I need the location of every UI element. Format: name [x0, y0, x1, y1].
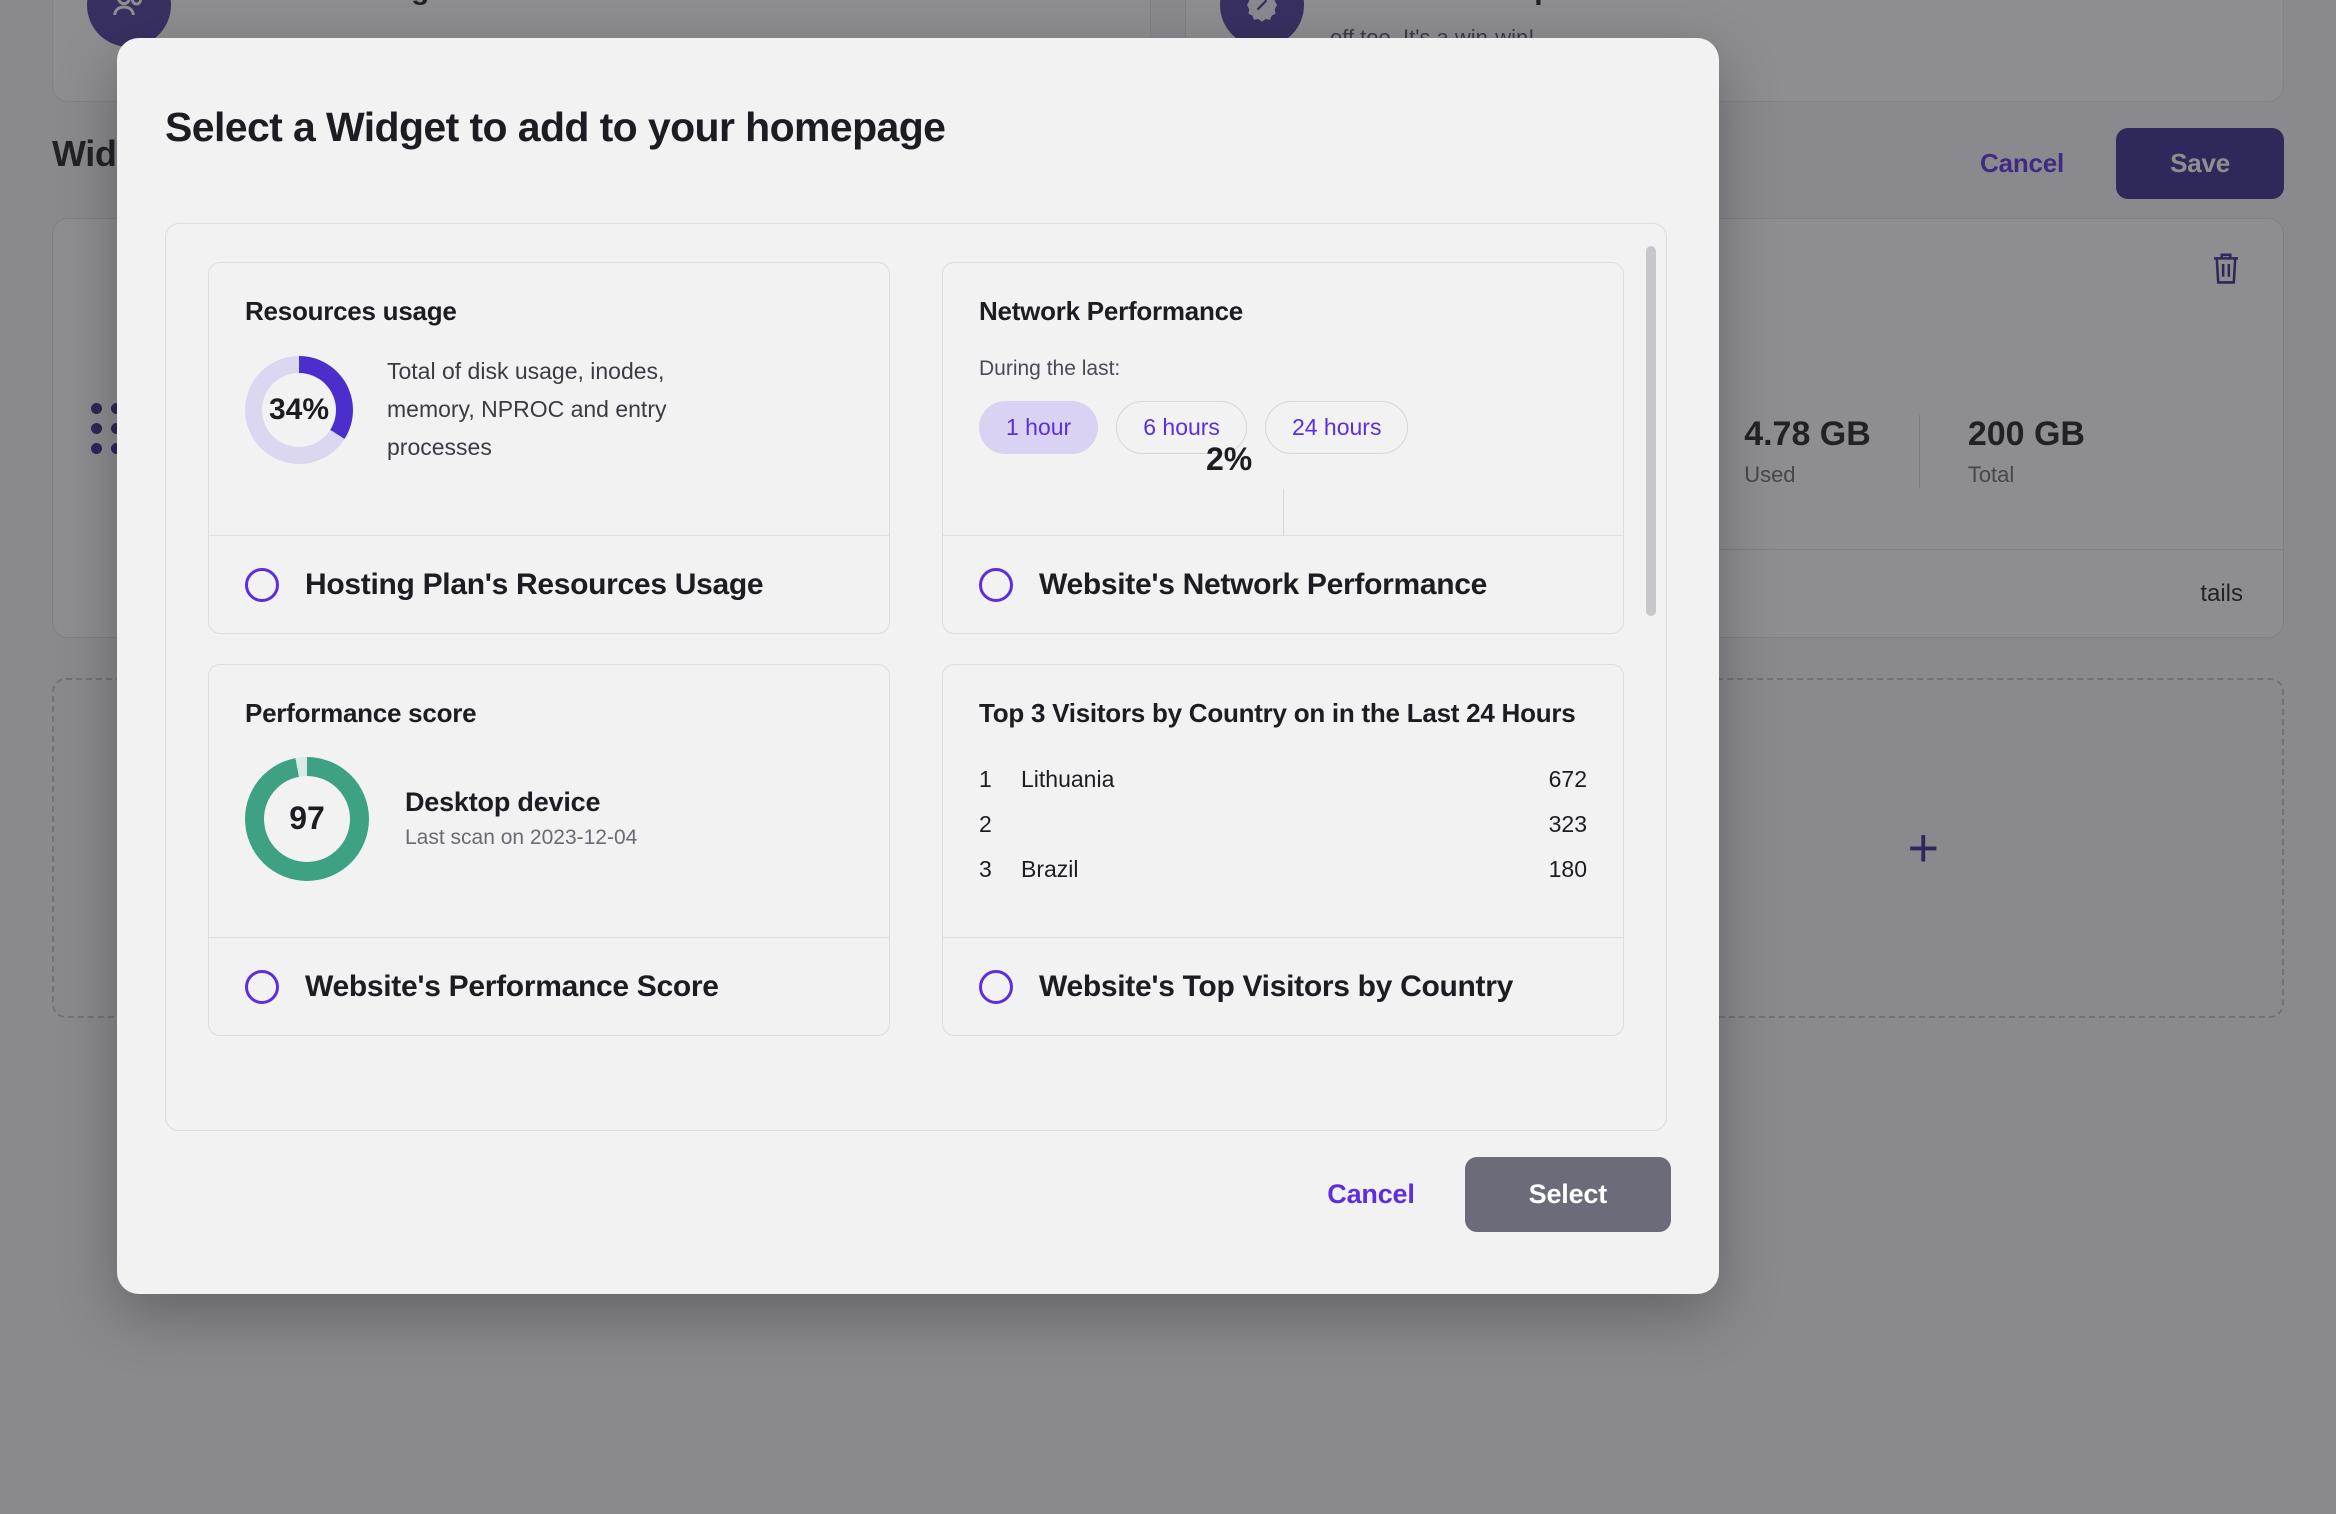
widget-option-network-performance[interactable]: Network Performance During the last: 1 h… [942, 262, 1624, 634]
visitor-count: 672 [1548, 765, 1587, 792]
time-range-chips: 1 hour 6 hours 24 hours [979, 400, 1587, 454]
visitor-rank: 1 [979, 765, 992, 792]
widget-option-footer[interactable]: Website's Network Performance [943, 535, 1623, 633]
performance-device: Desktop device [405, 787, 601, 818]
table-row: 2 323 [979, 802, 1587, 847]
network-subtitle: During the last: [979, 356, 1121, 380]
widget-option-label: Website's Top Visitors by Country [1039, 969, 1513, 1003]
widget-option-label: Hosting Plan's Resources Usage [305, 567, 764, 601]
visitor-count: 180 [1548, 855, 1587, 882]
visitors-table: 1 Lithuania 672 2 323 3 Brazil 180 [979, 757, 1587, 892]
visitor-country: Brazil [1021, 855, 1079, 882]
widget-preview: Resources usage 34% Total of disk usage,… [209, 263, 889, 535]
resources-description: Total of disk usage, inodes, memory, NPR… [387, 357, 667, 460]
widget-list-scroll: Resources usage 34% Total of disk usage,… [166, 224, 1666, 1130]
radio-button-network-performance[interactable] [979, 567, 1013, 602]
widget-card-grid: Resources usage 34% Total of disk usage,… [208, 262, 1624, 1036]
select-widget-modal: Select a Widget to add to your homepage … [117, 38, 1719, 1294]
performance-score-value: 97 [289, 800, 325, 837]
widget-preview-heading: Resources usage [245, 296, 457, 326]
radio-button-top-visitors[interactable] [979, 969, 1013, 1004]
widget-option-top-visitors[interactable]: Top 3 Visitors by Country on in the Last… [942, 664, 1624, 1036]
widget-option-footer[interactable]: Website's Top Visitors by Country [943, 937, 1623, 1035]
modal-actions: Cancel Select [1299, 1157, 1671, 1232]
widget-preview-heading: Network Performance [979, 296, 1244, 326]
performance-score-preview: 97 Desktop device Last scan on 2023-12-0… [245, 756, 853, 881]
performance-donut-chart: 97 [245, 756, 369, 881]
resources-donut-chart: 34% [245, 355, 353, 464]
widget-preview-heading: Performance score [245, 698, 477, 728]
widget-preview: Network Performance During the last: 1 h… [943, 263, 1623, 535]
visitor-count: 323 [1548, 810, 1587, 837]
chip-24-hours[interactable]: 24 hours [1264, 400, 1409, 454]
widget-preview: Top 3 Visitors by Country on in the Last… [943, 665, 1623, 937]
visitor-rank: 2 [979, 810, 992, 837]
visitor-country: Lithuania [1021, 765, 1115, 792]
resources-usage-preview: 34% Total of disk usage, inodes, memory,… [245, 353, 853, 467]
widget-option-footer[interactable]: Hosting Plan's Resources Usage [209, 535, 889, 633]
widget-preview: Performance score 97 Desktop device Last… [209, 665, 889, 937]
widget-list-frame: Resources usage 34% Total of disk usage,… [165, 223, 1667, 1131]
performance-last-scan: Last scan on 2023-12-04 [405, 826, 638, 850]
modal-title: Select a Widget to add to your homepage [165, 104, 946, 150]
modal-select-button[interactable]: Select [1464, 1157, 1671, 1232]
visitor-rank: 3 [979, 855, 992, 882]
chip-1-hour[interactable]: 1 hour [979, 400, 1099, 454]
widget-option-performance-score[interactable]: Performance score 97 Desktop device Last… [208, 664, 890, 1036]
widget-donut-label: 2% [1206, 441, 1253, 477]
widget-option-footer[interactable]: Website's Performance Score [209, 937, 889, 1035]
scrollbar-thumb[interactable] [1646, 246, 1656, 616]
performance-meta: Desktop device Last scan on 2023-12-04 [405, 787, 637, 850]
radio-button-resources-usage[interactable] [245, 567, 279, 602]
widget-option-label: Website's Performance Score [305, 969, 719, 1003]
resources-donut-value: 34% [268, 392, 330, 426]
table-row: 3 Brazil 180 [979, 847, 1587, 892]
widget-preview-heading: Top 3 Visitors by Country on in the Last… [979, 698, 1576, 728]
modal-cancel-button[interactable]: Cancel [1299, 1161, 1442, 1228]
widget-option-resources-usage[interactable]: Resources usage 34% Total of disk usage,… [208, 262, 890, 634]
widget-option-label: Website's Network Performance [1039, 567, 1488, 601]
table-row: 1 Lithuania 672 [979, 757, 1587, 802]
network-chart-axis [1283, 489, 1284, 535]
radio-button-performance-score[interactable] [245, 969, 279, 1004]
